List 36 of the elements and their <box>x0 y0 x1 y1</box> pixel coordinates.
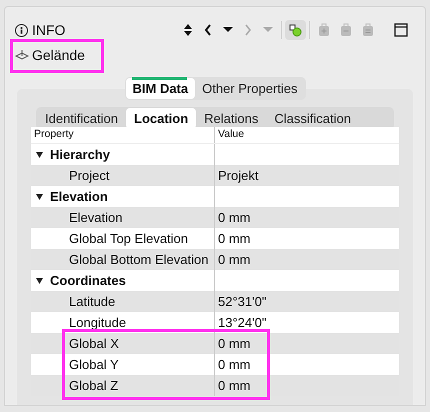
element-name: Gelände <box>32 46 85 64</box>
property-name: Global Bottom Elevation <box>69 250 208 269</box>
tab[interactable]: Other Properties <box>195 78 304 99</box>
tab[interactable]: Location <box>126 108 196 129</box>
property-value: 0 mm <box>217 376 250 395</box>
column-header: Property <box>31 127 215 143</box>
caret-down-icon[interactable] <box>36 278 43 284</box>
property-value: 0 mm <box>217 334 250 353</box>
property-name: Global Y <box>69 356 119 374</box>
panel-title: INFO <box>32 20 66 40</box>
tab[interactable]: Relations <box>196 108 266 129</box>
tab[interactable]: BIM Data <box>126 78 196 99</box>
property-value: 13°24'0" <box>217 314 266 332</box>
info-icon <box>15 24 28 36</box>
property-name: Global Top Elevation <box>69 230 188 248</box>
property-value: 0 mm <box>217 230 250 248</box>
group-name: Coordinates <box>50 272 126 290</box>
property-name: Longitude <box>69 314 126 332</box>
tab[interactable]: Classification <box>266 108 359 129</box>
property-name: Latitude <box>69 292 116 311</box>
property-value: 0 mm <box>217 208 250 227</box>
group-name: Hierarchy <box>50 146 110 164</box>
column-header: Value <box>217 127 244 142</box>
property-value: Projekt <box>217 166 258 185</box>
property-name: Global Z <box>69 376 118 395</box>
property-value: 0 mm <box>217 250 250 269</box>
site-icon <box>15 49 29 61</box>
group-name: Elevation <box>50 188 108 206</box>
property-name: Elevation <box>69 208 122 227</box>
property-value: 52°31'0" <box>217 292 266 311</box>
property-name: Global X <box>69 334 119 353</box>
caret-down-icon[interactable] <box>36 152 43 158</box>
tab[interactable]: Identification <box>37 108 126 129</box>
property-value: 0 mm <box>217 356 250 374</box>
caret-down-icon[interactable] <box>36 194 43 200</box>
property-name: Project <box>69 166 110 185</box>
